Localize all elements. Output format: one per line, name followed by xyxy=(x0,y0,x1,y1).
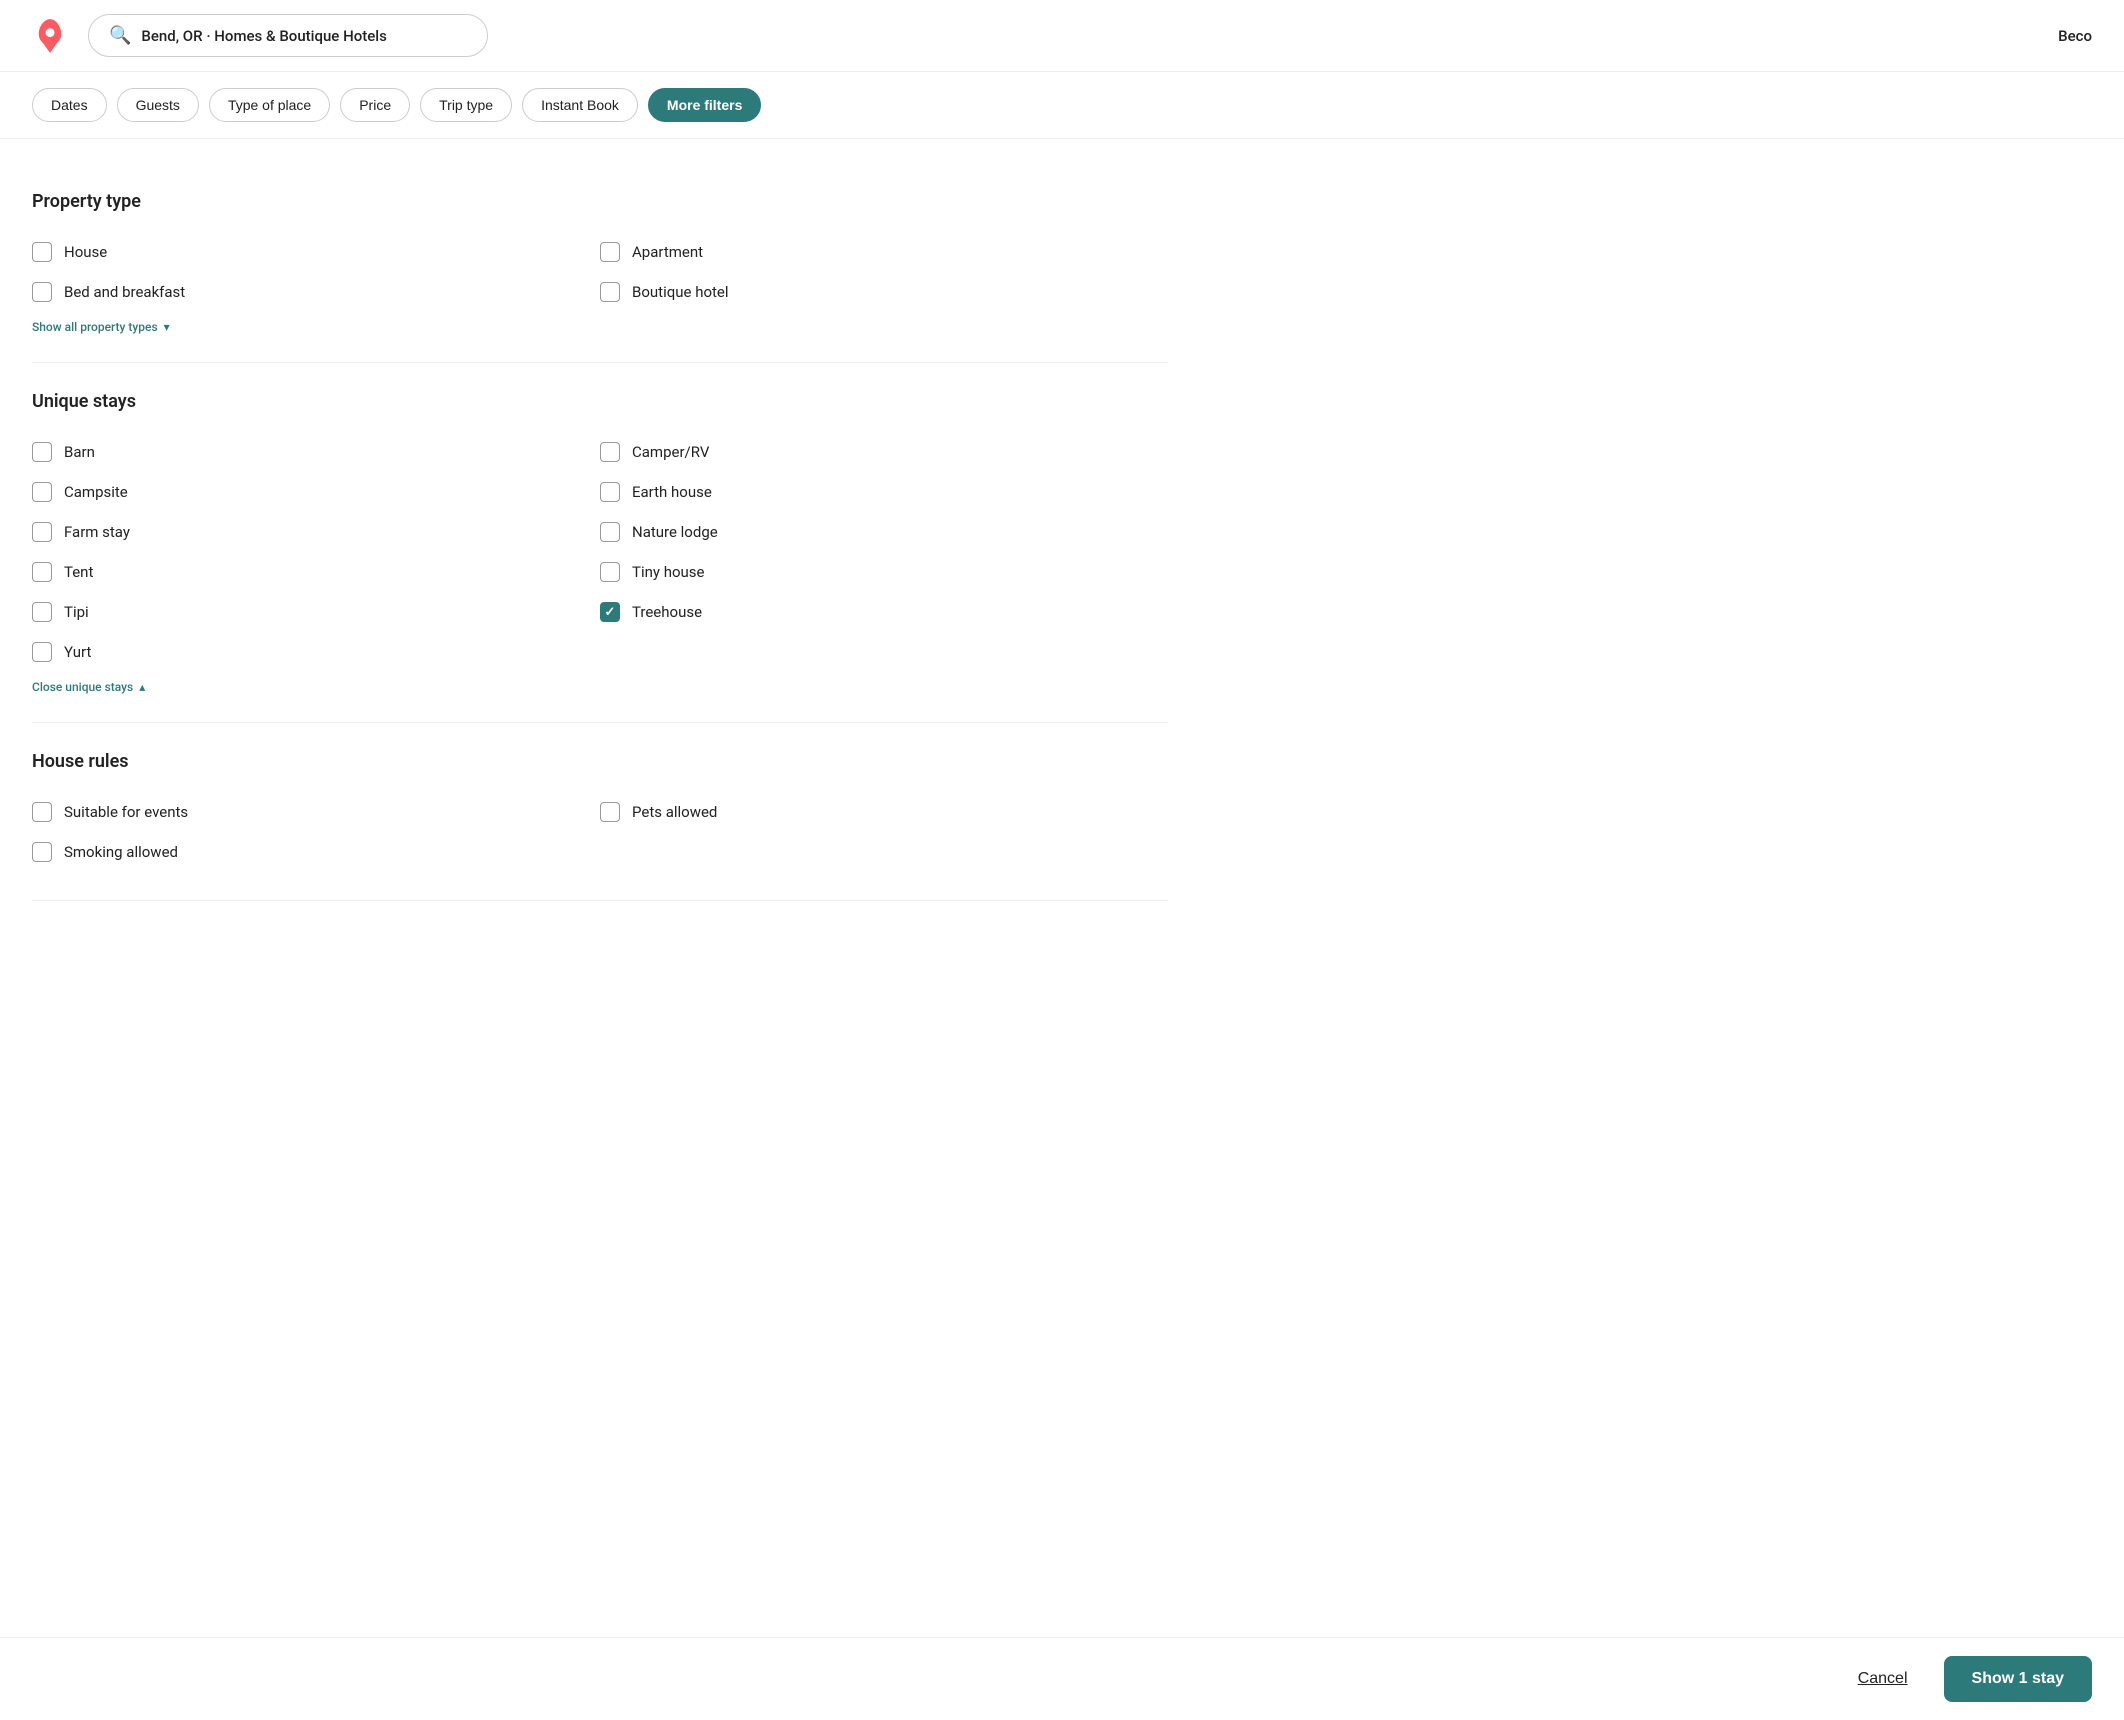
checkbox-yurt-label: Yurt xyxy=(64,643,91,661)
filter-trip-type[interactable]: Trip type xyxy=(420,88,512,122)
checkbox-house[interactable]: House xyxy=(32,232,600,272)
checkbox-tiny-house-label: Tiny house xyxy=(632,563,704,581)
checkbox-camper-rv-label: Camper/RV xyxy=(632,443,709,461)
property-type-title: Property type xyxy=(32,191,1168,212)
checkbox-campsite[interactable]: Campsite xyxy=(32,472,600,512)
property-type-grid: House Bed and breakfast Apartment Boutiq… xyxy=(32,232,1168,312)
checkbox-bed-breakfast[interactable]: Bed and breakfast xyxy=(32,272,600,312)
checkbox-apartment-input[interactable] xyxy=(600,242,620,262)
footer: Cancel Show 1 stay xyxy=(0,1637,2124,1720)
checkbox-treehouse-label: Treehouse xyxy=(632,603,702,621)
filter-more-filters[interactable]: More filters xyxy=(648,88,761,122)
checkbox-camper-rv[interactable]: Camper/RV xyxy=(600,432,1168,472)
checkbox-camper-rv-input[interactable] xyxy=(600,442,620,462)
close-unique-stays-link[interactable]: Close unique stays ▴ xyxy=(32,680,1168,694)
airbnb-logo[interactable] xyxy=(32,18,68,54)
checkbox-boutique-hotel[interactable]: Boutique hotel xyxy=(600,272,1168,312)
show-stay-button[interactable]: Show 1 stay xyxy=(1944,1656,2092,1702)
checkbox-farm-stay[interactable]: Farm stay xyxy=(32,512,600,552)
house-rules-section: House rules Suitable for events Smoking … xyxy=(32,723,1168,901)
checkbox-earth-house[interactable]: Earth house xyxy=(600,472,1168,512)
header: 🔍 Bend, OR · Homes & Boutique Hotels Bec… xyxy=(0,0,2124,72)
checkbox-barn[interactable]: Barn xyxy=(32,432,600,472)
checkbox-earth-house-label: Earth house xyxy=(632,483,712,501)
close-unique-stays-label: Close unique stays xyxy=(32,680,133,694)
filter-dates[interactable]: Dates xyxy=(32,88,107,122)
checkbox-barn-label: Barn xyxy=(64,443,95,461)
search-icon: 🔍 xyxy=(109,25,131,46)
filter-type-of-place[interactable]: Type of place xyxy=(209,88,330,122)
checkbox-apartment-label: Apartment xyxy=(632,243,703,261)
checkbox-house-input[interactable] xyxy=(32,242,52,262)
checkbox-yurt-input[interactable] xyxy=(32,642,52,662)
checkbox-tipi[interactable]: Tipi xyxy=(32,592,600,632)
checkbox-smoking-allowed[interactable]: Smoking allowed xyxy=(32,832,600,872)
checkbox-suitable-for-events[interactable]: Suitable for events xyxy=(32,792,600,832)
filter-instant-book[interactable]: Instant Book xyxy=(522,88,638,122)
checkbox-pets-label: Pets allowed xyxy=(632,803,717,821)
unique-stays-title: Unique stays xyxy=(32,391,1168,412)
checkbox-earth-house-input[interactable] xyxy=(600,482,620,502)
checkbox-tent[interactable]: Tent xyxy=(32,552,600,592)
checkbox-tent-input[interactable] xyxy=(32,562,52,582)
checkbox-tipi-label: Tipi xyxy=(64,603,89,621)
checkbox-yurt[interactable]: Yurt xyxy=(32,632,600,672)
checkbox-apartment[interactable]: Apartment xyxy=(600,232,1168,272)
checkbox-campsite-label: Campsite xyxy=(64,483,128,501)
filter-price[interactable]: Price xyxy=(340,88,410,122)
checkbox-nature-lodge[interactable]: Nature lodge xyxy=(600,512,1168,552)
user-label[interactable]: Beco xyxy=(2058,27,2092,45)
checkbox-pets-allowed[interactable]: Pets allowed xyxy=(600,792,1168,832)
checkbox-nature-lodge-input[interactable] xyxy=(600,522,620,542)
checkbox-bed-breakfast-input[interactable] xyxy=(32,282,52,302)
search-text: Bend, OR · Homes & Boutique Hotels xyxy=(141,27,386,45)
checkbox-tiny-house-input[interactable] xyxy=(600,562,620,582)
unique-stays-grid: Barn Campsite Farm stay Tent Tipi xyxy=(32,432,1168,672)
property-type-section: Property type House Bed and breakfast Ap… xyxy=(32,163,1168,363)
checkbox-treehouse[interactable]: Treehouse xyxy=(600,592,1168,632)
house-rules-title: House rules xyxy=(32,751,1168,772)
checkbox-house-label: House xyxy=(64,243,107,261)
search-bar[interactable]: 🔍 Bend, OR · Homes & Boutique Hotels xyxy=(88,14,488,57)
checkbox-campsite-input[interactable] xyxy=(32,482,52,502)
show-all-property-types-link[interactable]: Show all property types ▾ xyxy=(32,320,1168,334)
checkbox-farm-stay-label: Farm stay xyxy=(64,523,130,541)
checkbox-bed-breakfast-label: Bed and breakfast xyxy=(64,283,185,301)
checkbox-tiny-house[interactable]: Tiny house xyxy=(600,552,1168,592)
checkbox-suitable-events-label: Suitable for events xyxy=(64,803,188,821)
checkbox-barn-input[interactable] xyxy=(32,442,52,462)
checkbox-suitable-events-input[interactable] xyxy=(32,802,52,822)
house-rules-grid: Suitable for events Smoking allowed Pets… xyxy=(32,792,1168,872)
checkbox-tent-label: Tent xyxy=(64,563,93,581)
chevron-down-icon: ▾ xyxy=(164,320,170,334)
checkbox-boutique-hotel-input[interactable] xyxy=(600,282,620,302)
unique-stays-section: Unique stays Barn Campsite Farm stay Ten… xyxy=(32,363,1168,723)
chevron-up-icon: ▴ xyxy=(139,680,145,694)
checkbox-smoking-label: Smoking allowed xyxy=(64,843,178,861)
checkbox-smoking-input[interactable] xyxy=(32,842,52,862)
cancel-button[interactable]: Cancel xyxy=(1838,1658,1928,1700)
checkbox-pets-input[interactable] xyxy=(600,802,620,822)
checkbox-tipi-input[interactable] xyxy=(32,602,52,622)
checkbox-farm-stay-input[interactable] xyxy=(32,522,52,542)
main-content: Property type House Bed and breakfast Ap… xyxy=(0,139,1200,1021)
checkbox-boutique-hotel-label: Boutique hotel xyxy=(632,283,729,301)
filter-guests[interactable]: Guests xyxy=(117,88,199,122)
show-all-property-types-label: Show all property types xyxy=(32,320,158,334)
checkbox-treehouse-input[interactable] xyxy=(600,602,620,622)
checkbox-nature-lodge-label: Nature lodge xyxy=(632,523,718,541)
filter-bar: Dates Guests Type of place Price Trip ty… xyxy=(0,72,2124,139)
